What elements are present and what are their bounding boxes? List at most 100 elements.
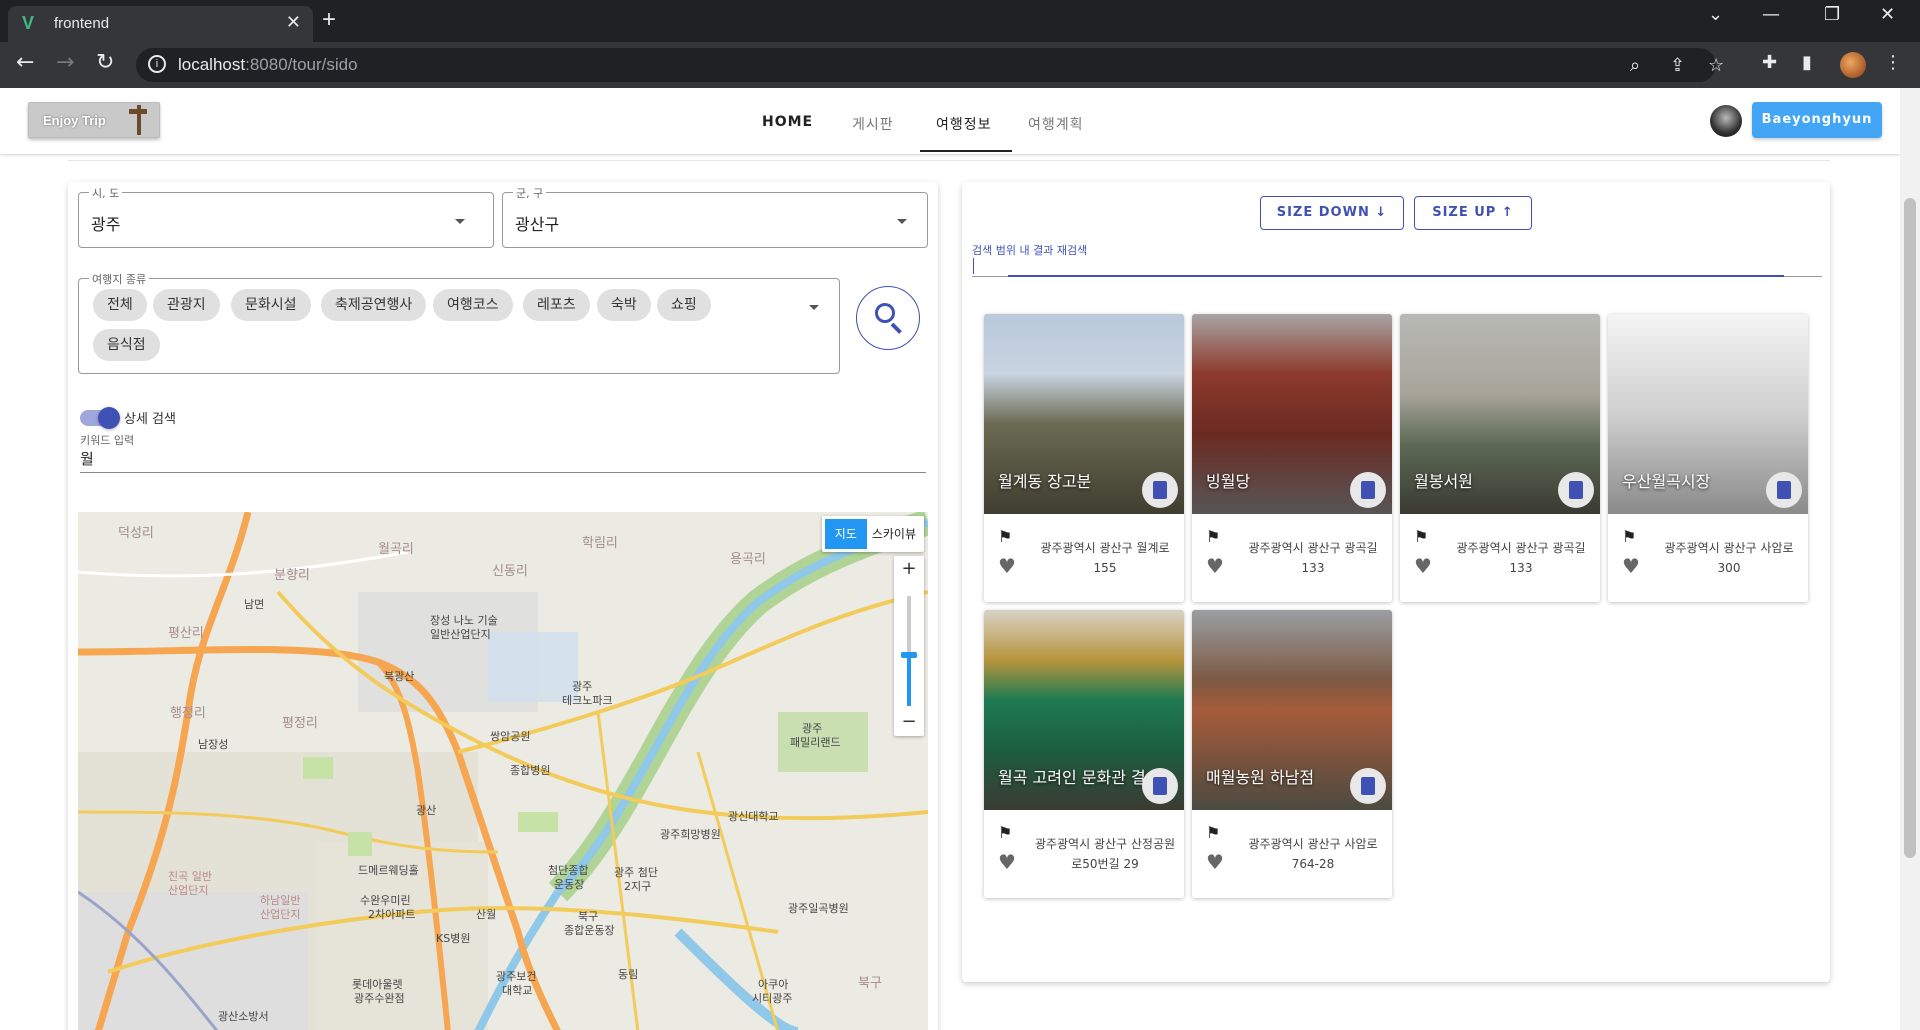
bookmark-icon[interactable] xyxy=(1350,768,1386,804)
map-label: 광신대학교 xyxy=(728,810,779,823)
zoom-in-icon[interactable]: + xyxy=(894,558,924,579)
chip-lodging[interactable]: 숙박 xyxy=(597,289,651,321)
zoom-out-icon[interactable]: − xyxy=(894,711,924,732)
bookmark-icon[interactable] xyxy=(1350,472,1386,508)
keyword-input[interactable]: 월 xyxy=(80,448,94,469)
gugun-label: 군, 구 xyxy=(513,185,547,201)
place-card[interactable]: 빙월당 ⚑ ♥ 광주광역시 광산구 광곡길 133 xyxy=(1192,314,1392,602)
nav-home[interactable]: HOME xyxy=(762,114,813,130)
toggle-knob xyxy=(98,407,120,429)
sido-value: 광주 xyxy=(91,215,121,234)
address-bar[interactable]: i localhost:8080/tour/sido ⌕ ⇪ ☆ xyxy=(136,48,1724,82)
chip-festival[interactable]: 축제공연행사 xyxy=(321,289,427,321)
forward-icon[interactable]: → xyxy=(56,50,74,75)
map-label: 패밀리랜드 xyxy=(790,736,841,749)
minimize-icon[interactable]: — xyxy=(1762,4,1780,25)
window-close-icon[interactable]: ✕ xyxy=(1880,4,1895,25)
bookmark-icon[interactable] xyxy=(1142,472,1178,508)
map-label: 종합병원 xyxy=(510,764,551,777)
chip-tourist-spot[interactable]: 관광지 xyxy=(153,289,220,321)
place-card[interactable]: 매월농원 하남점 ⚑ ♥ 광주광역시 광산구 사암로 764-28 xyxy=(1192,610,1392,898)
back-icon[interactable]: ← xyxy=(16,50,34,75)
place-address: 광주광역시 광산구 사암로 764-28 xyxy=(1248,837,1378,871)
zoom-handle[interactable] xyxy=(901,652,917,658)
share-icon[interactable]: ⇪ xyxy=(1670,55,1685,76)
divider xyxy=(68,160,1830,161)
zoom-icon[interactable]: ⌕ xyxy=(1630,55,1640,76)
size-down-button[interactable]: SIZE DOWN ↓ xyxy=(1260,196,1404,230)
extensions-icon[interactable]: ✚ xyxy=(1762,52,1777,73)
map-type-skyview[interactable]: 스카이뷰 xyxy=(870,519,924,549)
place-card[interactable]: 월곡 고려인 문화관 결 ⚑ ♥ 광주광역시 광산구 산정공원로50번길 29 xyxy=(984,610,1184,898)
map-label: 종합운동장 xyxy=(564,924,615,937)
profile-avatar-icon[interactable] xyxy=(1840,52,1866,78)
gugun-select[interactable]: 군, 구 광산구 xyxy=(502,185,928,248)
map-label: 대학교 xyxy=(502,984,533,997)
refine-search-input[interactable] xyxy=(973,258,974,274)
maximize-icon[interactable]: ❐ xyxy=(1824,4,1840,25)
nav-board[interactable]: 게시판 xyxy=(852,114,894,134)
scrollbar-thumb[interactable] xyxy=(1904,198,1916,858)
sido-label: 시, 도 xyxy=(89,185,123,201)
heart-icon[interactable]: ♥ xyxy=(998,850,1016,874)
heart-icon[interactable]: ♥ xyxy=(1622,554,1640,578)
map-search-icon[interactable]: ⚑ xyxy=(1622,527,1636,546)
nav-tour-info[interactable]: 여행정보 xyxy=(936,114,992,134)
place-address: 광주광역시 광산구 광곡길 133 xyxy=(1456,541,1586,575)
site-info-icon[interactable]: i xyxy=(148,55,166,73)
map-search-icon[interactable]: ⚑ xyxy=(1206,527,1220,546)
map[interactable]: 덕성리 월곡리 학림리 남면 분향리 신동리 용곡리 평산리 장성 나노 기술 … xyxy=(78,512,928,1030)
bookmark-icon[interactable] xyxy=(1558,472,1594,508)
chip-restaurant[interactable]: 음식점 xyxy=(93,329,160,361)
chip-course[interactable]: 여행코스 xyxy=(433,289,513,321)
refine-search-focus-line xyxy=(1008,275,1784,277)
map-label: 광주수완점 xyxy=(354,992,405,1005)
map-label: 북구 xyxy=(858,976,882,991)
chip-all[interactable]: 전체 xyxy=(93,289,147,321)
place-card[interactable]: 우산월곡시장 ⚑ ♥ 광주광역시 광산구 사암로 300 xyxy=(1608,314,1808,602)
search-button[interactable] xyxy=(856,286,920,350)
sido-select[interactable]: 시, 도 광주 xyxy=(78,185,494,248)
user-button[interactable]: Baeyonghyun xyxy=(1752,102,1882,138)
detail-search-toggle[interactable] xyxy=(80,407,120,429)
heart-icon[interactable]: ♥ xyxy=(1414,554,1432,578)
map-label: 일반산업단지 xyxy=(430,628,491,641)
map-search-icon[interactable]: ⚑ xyxy=(1414,527,1428,546)
heart-icon[interactable]: ♥ xyxy=(1206,850,1224,874)
browser-toolbar: ← → ↻ i localhost:8080/tour/sido ⌕ ⇪ ☆ ✚… xyxy=(0,42,1920,88)
content-type-select[interactable]: 여행지 종류 전체 관광지 문화시설 축제공연행사 여행코스 레포츠 숙박 쇼핑… xyxy=(78,271,840,374)
map-search-icon[interactable]: ⚑ xyxy=(998,823,1012,842)
logo[interactable]: Enjoy Trip xyxy=(28,102,160,138)
map-label: 북광산 xyxy=(384,670,415,683)
tab-close-icon[interactable]: ✕ xyxy=(286,12,301,33)
map-search-icon[interactable]: ⚑ xyxy=(998,527,1012,546)
heart-icon[interactable]: ♥ xyxy=(998,554,1016,578)
bookmark-icon[interactable] xyxy=(1142,768,1178,804)
map-label: 산월 xyxy=(476,908,497,921)
bookmark-icon[interactable] xyxy=(1766,472,1802,508)
size-up-button[interactable]: SIZE UP ↑ xyxy=(1414,196,1532,230)
nav-trip-plan[interactable]: 여행계획 xyxy=(1028,114,1084,134)
reload-icon[interactable]: ↻ xyxy=(96,50,114,75)
browser-tab[interactable]: V frontend ✕ xyxy=(8,6,313,42)
chip-culture[interactable]: 문화시설 xyxy=(231,289,311,321)
map-label: 용곡리 xyxy=(730,552,766,567)
place-card[interactable]: 월계동 장고분 ⚑ ♥ 광주광역시 광산구 월계로 155 xyxy=(984,314,1184,602)
place-card[interactable]: 월봉서원 ⚑ ♥ 광주광역시 광산구 광곡길 133 xyxy=(1400,314,1600,602)
new-tab-icon[interactable]: + xyxy=(322,6,336,34)
page-scrollbar[interactable] xyxy=(1900,88,1920,1030)
chip-leports[interactable]: 레포츠 xyxy=(523,289,590,321)
map-search-icon[interactable]: ⚑ xyxy=(1206,823,1220,842)
menu-icon[interactable]: ⋮ xyxy=(1884,52,1902,73)
heart-icon[interactable]: ♥ xyxy=(1206,554,1224,578)
tab-search-icon[interactable]: ⌄ xyxy=(1708,4,1723,25)
place-title: 매월농원 하남점 xyxy=(1206,768,1315,787)
map-label: 광주희망병원 xyxy=(660,828,721,841)
side-panel-icon[interactable]: ▮ xyxy=(1802,52,1812,73)
place-title: 우산월곡시장 xyxy=(1622,472,1711,491)
arrow-down-icon: ↓ xyxy=(1375,205,1388,220)
bookmark-star-icon[interactable]: ☆ xyxy=(1708,55,1724,76)
chip-shopping[interactable]: 쇼핑 xyxy=(657,289,711,321)
map-type-map[interactable]: 지도 xyxy=(824,519,867,549)
user-avatar[interactable] xyxy=(1710,105,1742,137)
